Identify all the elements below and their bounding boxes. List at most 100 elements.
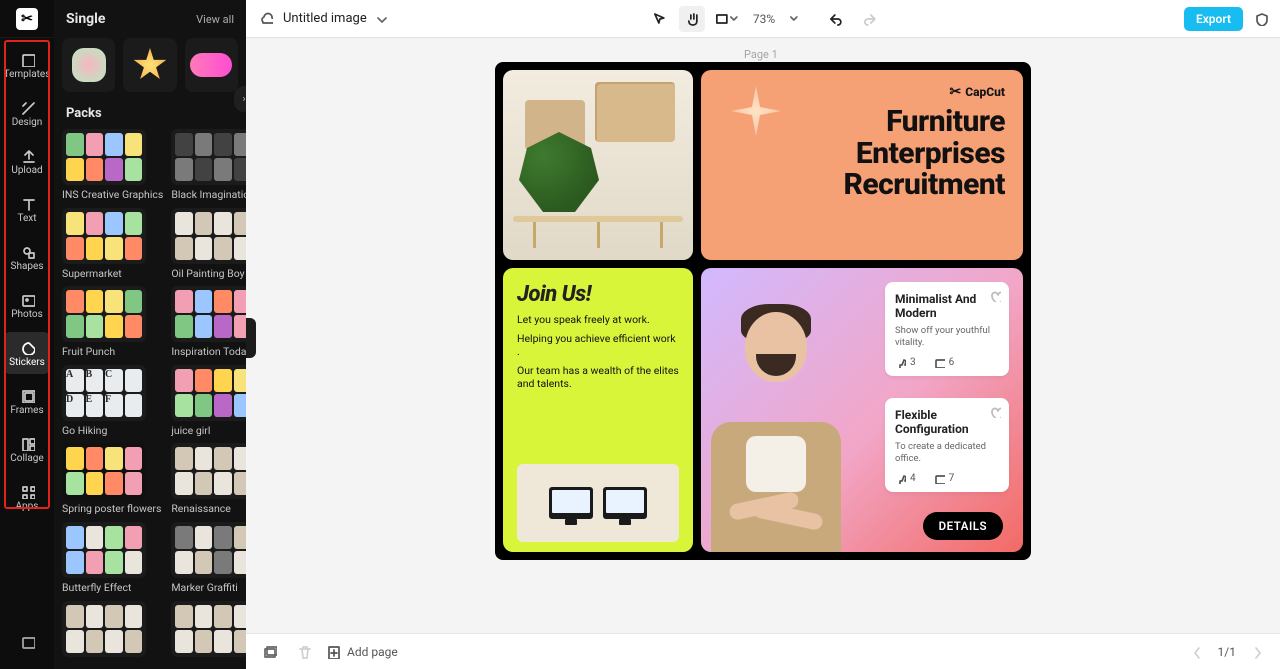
text-icon [20,196,35,211]
single-thumb[interactable] [62,38,115,92]
layers-icon [262,644,277,659]
pack-renaissance[interactable]: Renaissance [171,443,246,516]
shield-icon[interactable] [1253,11,1268,26]
chevron-left-icon [1189,644,1204,659]
pack-more[interactable] [171,601,246,657]
collage-icon [20,436,35,451]
stickers-panel: Single View all › Packs INS Creative Gra… [54,0,246,669]
join-photo [517,464,679,542]
undo-button[interactable] [821,6,847,32]
tile-headline[interactable]: ✂ CapCut Furniture Enterprises Recruitme… [701,70,1023,260]
tile-join[interactable]: Join Us! Let you speak freely at work. H… [503,268,693,552]
view-all-link[interactable]: View all [196,13,234,26]
pack-supermarket[interactable]: Supermarket [62,208,163,281]
chevron-down-icon [729,14,738,23]
nav-collage[interactable]: Collage [4,428,50,470]
like-stat: 3 [895,357,916,368]
single-next-button[interactable]: › [234,86,246,112]
nav-label: Text [17,213,36,224]
heart-icon[interactable] [989,406,1001,418]
comment-stat: 7 [934,473,955,484]
footer: Add page 1/1 [246,633,1280,669]
pack-ins-creative[interactable]: INS Creative Graphics [62,129,163,202]
page-counter: 1/1 [1218,645,1236,659]
cursor-icon [650,11,665,26]
nav-upload[interactable]: Upload [4,140,50,182]
canvas-area[interactable]: Page 1 ✂ CapCut Furniture [246,38,1280,633]
pack-oil-painting-boy[interactable]: Oil Painting Boy [171,208,246,281]
artboard[interactable]: ✂ CapCut Furniture Enterprises Recruitme… [495,62,1031,560]
join-line: Helping you achieve efficient work . [517,332,679,358]
cursor-tool[interactable] [645,6,671,32]
cloud-sync-icon[interactable] [258,11,273,26]
design-icon [20,100,35,115]
nav-shapes[interactable]: Shapes [4,236,50,278]
single-thumb[interactable] [123,38,176,92]
nav-label: Frames [10,405,43,416]
resize-tool[interactable] [713,6,739,32]
pack-butterfly[interactable]: Butterfly Effect [62,522,163,595]
nav-label: Photos [11,309,43,320]
templates-icon [20,52,35,67]
nav-stickers[interactable]: Stickers [4,332,50,374]
packs-title: Packs [54,100,246,129]
nav-label: Stickers [9,357,45,368]
thumbs-up-icon [895,473,906,484]
single-thumb[interactable] [185,38,238,92]
nav-label: Shapes [11,261,44,272]
info-card-1[interactable]: Minimalist And Modern Show off your yout… [885,282,1009,376]
center-toolbar: 73% [645,6,881,32]
upload-icon [20,148,35,163]
add-page-button[interactable]: Add page [326,644,398,659]
join-line: Let you speak freely at work. [517,313,679,326]
join-line: Our team has a wealth of the elites and … [517,364,679,390]
tile-cards[interactable]: Minimalist And Modern Show off your yout… [701,268,1023,552]
export-button[interactable]: Export [1184,7,1243,31]
comment-icon [934,357,945,368]
prev-page-button [1186,641,1208,663]
details-button[interactable]: DETAILS [923,512,1003,540]
nav-design[interactable]: Design [4,92,50,134]
person-image [701,294,851,552]
panel-header: Single View all [54,0,246,38]
undo-icon [827,11,842,26]
pack-black-imagination[interactable]: Black Imagination [171,129,246,202]
nav-templates[interactable]: Templates [4,44,50,86]
pack-marker-graffiti[interactable]: Marker Graffiti [171,522,246,595]
chevron-down-icon[interactable] [789,14,799,24]
zoom-level[interactable]: 73% [753,12,775,26]
app-logo[interactable]: ✂ [0,0,54,38]
pack-more[interactable] [62,601,163,657]
left-rail: ✂ Templates Design Upload Text Shapes Ph… [0,0,54,669]
nav-label: Collage [10,453,43,464]
brand-badge: ✂ CapCut [950,84,1005,100]
nav-photos[interactable]: Photos [4,284,50,326]
pack-juice-girl[interactable]: juice girl [171,365,246,438]
tile-photo[interactable] [503,70,693,260]
doc-title[interactable]: Untitled image [283,11,387,26]
nav-frames[interactable]: Frames [4,380,50,422]
nav-text[interactable]: Text [4,188,50,230]
comment-icon [934,473,945,484]
pack-spring-flowers[interactable]: Spring poster flowers [62,443,163,516]
single-row: › [54,38,246,100]
pack-fruit-punch[interactable]: Fruit Punch [62,286,163,359]
redo-button[interactable] [855,6,881,32]
nav-apps[interactable]: Apps [4,476,50,518]
panel-collapse-handle[interactable] [246,318,256,358]
pack-go-hiking[interactable]: ABC DEF Go Hiking [62,365,163,438]
join-title: Join Us! [517,282,679,307]
hand-tool[interactable] [679,6,705,32]
comment-stat: 6 [934,357,955,368]
packs-grid: INS Creative Graphics Black Imagination … [54,129,246,665]
layers-button[interactable] [258,641,280,663]
photos-icon [20,292,35,307]
add-page-icon [326,644,341,659]
info-card-2[interactable]: Flexible Configuration To create a dedic… [885,398,1009,492]
next-page-button [1246,641,1268,663]
nav-bottom-button[interactable] [4,621,50,661]
pack-inspiration-today[interactable]: Inspiration Today [171,286,246,359]
shapes-icon [20,244,35,259]
heart-icon[interactable] [989,290,1001,302]
nav-label: Upload [11,165,42,176]
